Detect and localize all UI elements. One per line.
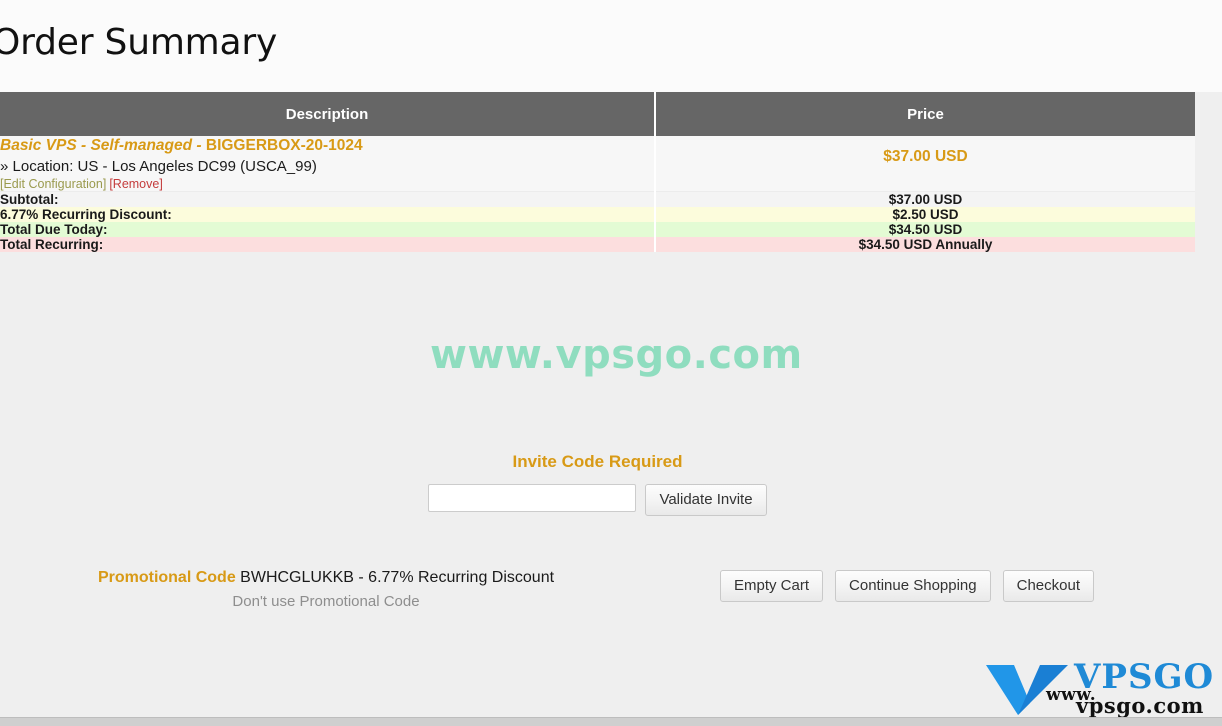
subtotal-label: Subtotal: bbox=[0, 191, 656, 208]
discount-value: $2.50 USD bbox=[655, 207, 1195, 223]
checkout-button[interactable]: Checkout bbox=[1002, 570, 1094, 602]
page-header: Order Summary bbox=[0, 0, 1222, 92]
logo-www-text: www. bbox=[1046, 685, 1097, 705]
table-header-row: Description Price bbox=[0, 92, 1195, 136]
remove-promotional-code-link[interactable]: Don't use Promotional Code bbox=[232, 593, 419, 610]
promotional-code-line: Promotional Code BWHCGLUKKB - 6.77% Recu… bbox=[76, 568, 576, 589]
cart-item-links-price-cell bbox=[655, 177, 1195, 193]
promotional-code-label: Promotional Code bbox=[97, 569, 236, 586]
cart-item-location: » Location: US - Los Angeles DC99 (USCA_… bbox=[0, 158, 317, 176]
table-row: Total Due Today: $34.50 USD bbox=[0, 222, 1195, 238]
table-row: Subtotal: $37.00 USD bbox=[0, 191, 1195, 208]
order-summary-table: Description Price Basic VPS - Self-manag… bbox=[0, 92, 1195, 253]
total-recurring-value: $34.50 USD Annually bbox=[655, 237, 1195, 253]
empty-cart-button[interactable]: Empty Cart bbox=[720, 570, 824, 602]
column-header-description: Description bbox=[0, 92, 656, 136]
cart-item-name: Basic VPS - Self-managed - BIGGERBOX-20-… bbox=[0, 136, 654, 155]
cart-item-plan-code: BIGGERBOX-20-1024 bbox=[205, 137, 363, 154]
cart-item-price: $37.00 USD bbox=[655, 136, 1195, 178]
invite-code-title: Invite Code Required bbox=[512, 452, 683, 471]
edit-configuration-link[interactable]: [Edit Configuration] bbox=[0, 177, 106, 191]
cart-item-row: Basic VPS - Self-managed - BIGGERBOX-20-… bbox=[0, 136, 1195, 178]
subtotal-value: $37.00 USD bbox=[655, 191, 1195, 208]
invite-code-section: Invite Code Required Validate Invite bbox=[0, 452, 1195, 516]
column-header-price: Price bbox=[655, 92, 1195, 136]
validate-invite-button[interactable]: Validate Invite bbox=[645, 484, 767, 516]
cart-item-product: Basic VPS - Self-managed - bbox=[0, 137, 206, 154]
table-row: 6.77% Recurring Discount: $2.50 USD bbox=[0, 207, 1195, 223]
horizontal-scrollbar[interactable] bbox=[0, 717, 1222, 726]
total-due-today-label: Total Due Today: bbox=[0, 222, 656, 238]
discount-label: 6.77% Recurring Discount: bbox=[0, 207, 656, 223]
continue-shopping-button[interactable]: Continue Shopping bbox=[835, 570, 991, 602]
logo-domain-text: vpsgo.com bbox=[1076, 693, 1204, 718]
total-due-today-value: $34.50 USD bbox=[655, 222, 1195, 238]
invite-code-input[interactable] bbox=[428, 484, 637, 512]
vpsgo-logo: VPSGO www. vpsgo.com bbox=[984, 657, 1215, 718]
logo-wordmark: VPSGO bbox=[1074, 657, 1215, 697]
invite-code-controls: Validate Invite bbox=[0, 484, 1195, 516]
cart-item-links-cell: [Edit Configuration] [Remove] bbox=[0, 177, 656, 193]
promotional-code-section: Promotional Code BWHCGLUKKB - 6.77% Recu… bbox=[76, 568, 576, 611]
logo-v-icon bbox=[986, 665, 1068, 715]
total-recurring-label: Total Recurring: bbox=[0, 237, 656, 253]
cart-item-links-row: [Edit Configuration] [Remove] bbox=[0, 177, 1195, 193]
cart-action-buttons: Empty Cart Continue Shopping Checkout bbox=[720, 570, 1094, 602]
table-row: Total Recurring: $34.50 USD Annually bbox=[0, 237, 1195, 253]
site-watermark: www.vpsgo.com bbox=[430, 332, 803, 378]
cart-item-description-cell: Basic VPS - Self-managed - BIGGERBOX-20-… bbox=[0, 136, 656, 178]
remove-item-link[interactable]: [Remove] bbox=[109, 177, 163, 191]
page-title: Order Summary bbox=[0, 22, 278, 63]
promotional-code-detail: BWHCGLUKKB - 6.77% Recurring Discount bbox=[235, 569, 555, 586]
